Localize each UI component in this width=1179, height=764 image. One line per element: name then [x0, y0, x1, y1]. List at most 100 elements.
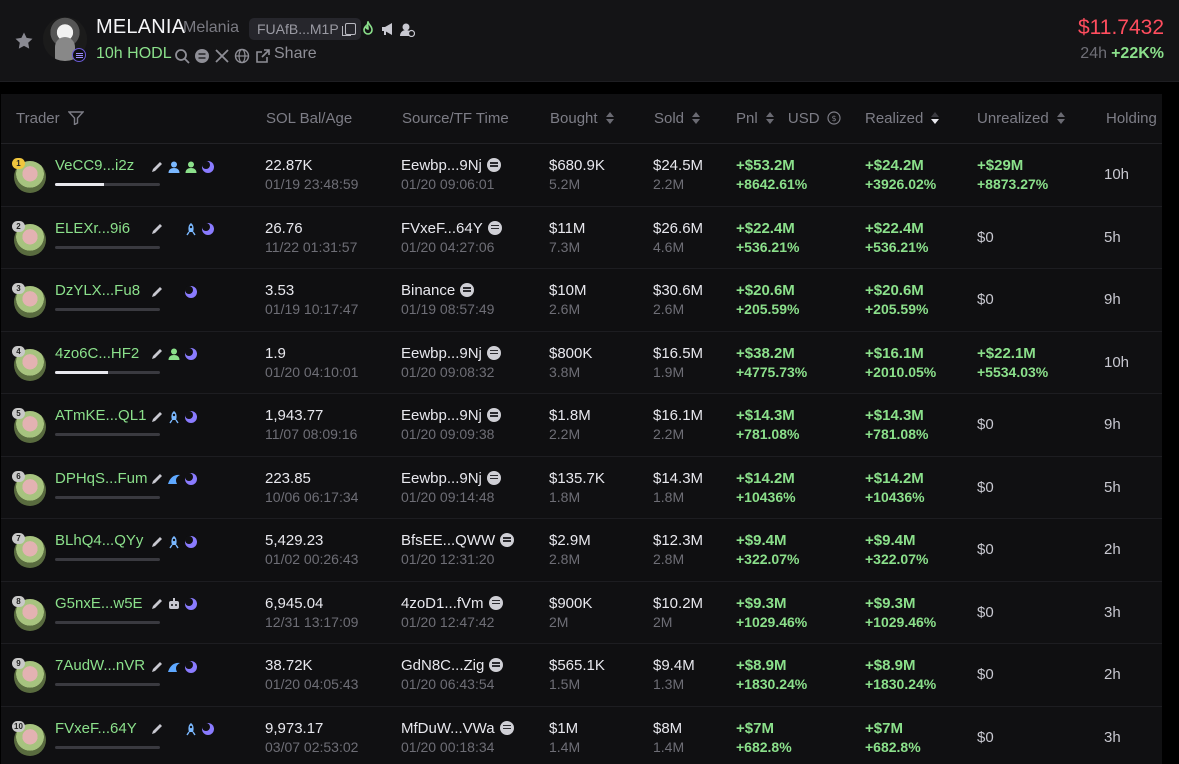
user-green-icon	[184, 160, 198, 174]
column-unrealized[interactable]: Unrealized	[977, 110, 1065, 127]
realized-percent: +1830.24%	[865, 676, 937, 692]
table-row[interactable]: 3 DzYLX...Fu8 3.53 01/19 10:17:47 Binanc…	[1, 269, 1162, 332]
rank-badge: 1	[12, 158, 25, 169]
funding-source[interactable]: MfDuW...VWa	[401, 720, 514, 737]
edit-icon[interactable]	[150, 722, 164, 736]
chain-icon[interactable]	[194, 48, 210, 64]
sol-balance: 1,943.77	[265, 407, 324, 424]
trader-address[interactable]: 4zo6C...HF2	[55, 345, 139, 362]
bought-usd: $800K	[549, 344, 593, 362]
table-row[interactable]: 6 DPHqS...Fum 223.85 10/06 06:17:34 Eewb…	[1, 457, 1162, 519]
column-pnl[interactable]: Pnl USD $	[736, 110, 841, 127]
rank-badge: 2	[12, 220, 25, 232]
globe-icon[interactable]	[234, 48, 250, 64]
trader-address[interactable]: ELEXr...9i6	[55, 220, 130, 237]
currency-toggle-icon[interactable]: $	[827, 111, 841, 125]
trader-address[interactable]: G5nxE...w5E	[55, 595, 143, 612]
table-row[interactable]: 7 BLhQ4...QYy 5,429.23 01/02 00:26:43 Bf…	[1, 519, 1162, 582]
wallet-age: 01/19 23:48:59	[265, 176, 359, 192]
pnl-usd: +$14.2M	[736, 469, 795, 487]
sol-balance: 3.53	[265, 282, 295, 299]
share-button[interactable]: Share	[274, 45, 317, 63]
funding-source[interactable]: Eewbp...9Nj	[401, 157, 501, 174]
table-row[interactable]: 5 ATmKE...QL1 1,943.77 11/07 08:09:16 Ee…	[1, 394, 1162, 457]
realized-usd: +$20.6M	[865, 282, 924, 299]
column-holding: Holding	[1106, 110, 1157, 127]
edit-icon[interactable]	[150, 285, 164, 299]
chain-badge-icon	[72, 48, 86, 62]
share-icon[interactable]	[255, 48, 271, 64]
token-address[interactable]: FUAfB...M1P	[249, 18, 361, 40]
table-row[interactable]: 8 G5nxE...w5E 6,945.04 12/31 13:17:09 4z…	[1, 582, 1162, 644]
sort-icon[interactable]	[1056, 112, 1065, 124]
hodl-label: 10h HODL	[96, 45, 172, 62]
trader-address[interactable]: FVxeF...64Y	[55, 720, 137, 737]
buy-sell-ratio-bar	[55, 683, 160, 686]
column-sold[interactable]: Sold	[654, 110, 701, 127]
realized-percent: +205.59%	[865, 301, 929, 317]
edit-icon[interactable]	[150, 160, 164, 174]
sold-amount: 4.6M	[653, 238, 685, 255]
pnl-percent: +536.21%	[736, 238, 800, 255]
filter-icon[interactable]	[67, 111, 85, 126]
funding-source[interactable]: Eewbp...9Nj	[401, 407, 501, 424]
column-bought[interactable]: Bought	[550, 110, 614, 127]
funding-source[interactable]: Eewbp...9Nj	[401, 345, 501, 362]
trader-address[interactable]: DzYLX...Fu8	[55, 282, 140, 299]
bot-icon	[167, 597, 181, 611]
rank-badge: 9	[12, 658, 25, 669]
copy-icon[interactable]	[341, 23, 356, 36]
trader-address[interactable]: DPHqS...Fum	[55, 470, 148, 487]
column-realized[interactable]: Realized	[865, 110, 940, 127]
edit-icon[interactable]	[150, 472, 164, 486]
star-icon[interactable]	[14, 31, 34, 51]
edit-icon[interactable]	[150, 535, 164, 549]
bought-amount: 3.8M	[549, 363, 581, 380]
funding-time: 01/20 09:08:32	[401, 363, 495, 380]
table-row[interactable]: 10 FVxeF...64Y 9,973.17 03/07 02:53:02 M…	[1, 707, 1162, 764]
trader-address[interactable]: BLhQ4...QYy	[55, 532, 143, 549]
funding-source-label: 4zoD1...fVm	[401, 594, 484, 612]
funding-source[interactable]: BfsEE...QWW	[401, 532, 515, 549]
search-icon[interactable]	[174, 48, 190, 64]
trader-address[interactable]: 7AudW...nVR	[55, 657, 145, 674]
holding-duration: 3h	[1104, 603, 1121, 621]
funding-source[interactable]: Eewbp...9Nj	[401, 470, 501, 487]
edit-icon[interactable]	[150, 410, 164, 424]
funding-source[interactable]: 4zoD1...fVm	[401, 595, 503, 612]
table-row[interactable]: 9 7AudW...nVR 38.72K 01/20 04:05:43 GdN8…	[1, 644, 1162, 707]
scrollbar[interactable]	[1162, 94, 1179, 764]
trader-tags	[150, 221, 218, 237]
sort-icon[interactable]	[692, 112, 701, 124]
sort-desc-icon[interactable]	[931, 112, 940, 124]
column-trader[interactable]: Trader	[16, 110, 85, 127]
holding-duration: 2h	[1104, 541, 1121, 558]
trader-tags	[150, 471, 201, 487]
pnl-usd: +$9.3M	[736, 594, 787, 612]
sort-icon[interactable]	[765, 112, 774, 124]
sort-icon[interactable]	[605, 112, 614, 124]
trader-address[interactable]: ATmKE...QL1	[55, 407, 146, 424]
usd-toggle-label[interactable]: USD	[788, 110, 820, 127]
trader-address[interactable]: VeCC9...i2z	[55, 157, 134, 174]
x-icon[interactable]	[214, 48, 230, 64]
funding-source[interactable]: FVxeF...64Y	[401, 220, 502, 237]
edit-icon[interactable]	[150, 347, 164, 361]
table-row[interactable]: 1 VeCC9...i2z 22.87K 01/19 23:48:59 Eewb…	[1, 144, 1162, 207]
fire-icon	[363, 21, 373, 35]
holding-duration: 5h	[1104, 228, 1121, 246]
rank-badge: 4	[12, 345, 25, 357]
column-trader-label: Trader	[16, 110, 60, 127]
edit-icon[interactable]	[150, 222, 164, 236]
edit-icon[interactable]	[150, 660, 164, 674]
pnl-percent: +322.07%	[736, 551, 800, 567]
table-row[interactable]: 4 4zo6C...HF2 1.9 01/20 04:10:01 Eewbp..…	[1, 332, 1162, 394]
table-row[interactable]: 2 ELEXr...9i6 26.76 11/22 01:31:57 FVxeF…	[1, 207, 1162, 269]
funding-source[interactable]: Binance	[401, 282, 475, 299]
funding-source[interactable]: GdN8C...Zig	[401, 657, 504, 674]
column-pnl-label: Pnl	[736, 110, 758, 127]
unrealized-usd: $0	[977, 478, 994, 496]
moon-icon	[184, 285, 198, 299]
edit-icon[interactable]	[150, 597, 164, 611]
bought-amount: 5.2M	[549, 176, 581, 192]
